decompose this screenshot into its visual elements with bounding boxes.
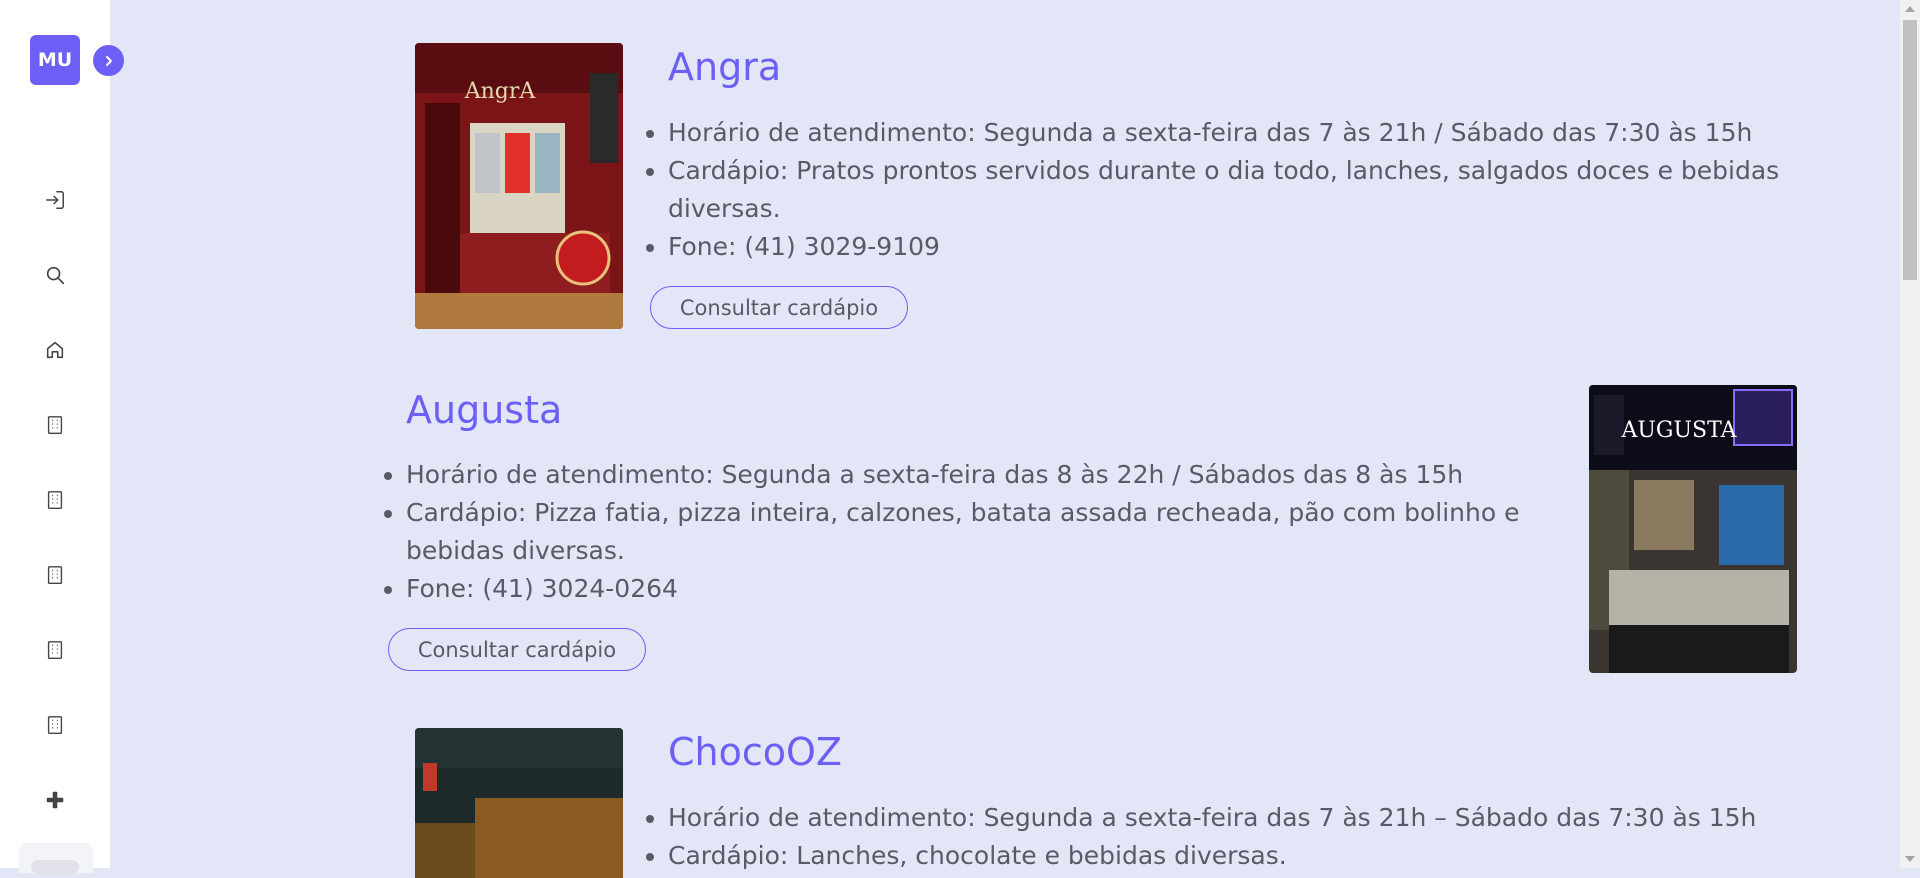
scroll-up-icon[interactable]: [1905, 6, 1915, 12]
restaurant-photo: AUGUSTA: [1589, 385, 1797, 673]
chevron-right-icon: [105, 55, 112, 66]
plus-icon[interactable]: [40, 785, 70, 815]
search-icon[interactable]: [40, 260, 70, 290]
restaurant-hours: Horário de atendimento: Segunda a sexta-…: [646, 114, 1808, 152]
user-avatar[interactable]: MU: [30, 35, 80, 85]
theme-toggle[interactable]: [31, 860, 79, 874]
scroll-down-icon[interactable]: [1905, 856, 1915, 862]
expand-sidebar-button[interactable]: [93, 45, 124, 76]
restaurant-name: Angra: [668, 45, 782, 89]
restaurant-name: ChocoOZ: [668, 730, 842, 774]
view-menu-button[interactable]: Consultar cardápio: [650, 286, 908, 329]
restaurant-menu: Cardápio: Pratos prontos servidos durant…: [646, 152, 1808, 228]
sidebar: MU: [0, 0, 110, 874]
svg-text:AUGUSTA: AUGUSTA: [1621, 418, 1738, 443]
restaurant-menu: Cardápio: Lanches, chocolate e bebidas d…: [646, 837, 1808, 875]
restaurant-phone: Fone: (41) 3029-9109: [646, 228, 1808, 266]
svg-text:AngrA: AngrA: [464, 79, 537, 104]
scrollbar-thumb[interactable]: [1903, 20, 1917, 280]
restaurant-info-list: Horário de atendimento: Segunda a sexta-…: [646, 114, 1808, 266]
restaurant-hours: Horário de atendimento: Segunda a sexta-…: [384, 456, 1546, 494]
restaurant-photo: [415, 728, 623, 878]
restaurant-hours: Horário de atendimento: Segunda a sexta-…: [646, 799, 1808, 837]
login-icon[interactable]: [40, 185, 70, 215]
building-icon[interactable]: [40, 635, 70, 665]
home-icon[interactable]: [40, 335, 70, 365]
restaurant-name: Augusta: [406, 388, 563, 432]
restaurant-phone: Fone: (41) 3024-0264: [384, 570, 1546, 608]
building-icon[interactable]: [40, 410, 70, 440]
building-icon[interactable]: [40, 560, 70, 590]
theme-toggle-panel[interactable]: [19, 843, 93, 874]
view-menu-button[interactable]: Consultar cardápio: [388, 628, 646, 671]
restaurant-photo: AngrA: [415, 43, 623, 329]
building-icon[interactable]: [40, 710, 70, 740]
restaurant-menu: Cardápio: Pizza fatia, pizza inteira, ca…: [384, 494, 1546, 570]
restaurant-info-list: Horário de atendimento: Segunda a sexta-…: [646, 799, 1808, 875]
building-icon[interactable]: [40, 485, 70, 515]
restaurant-info-list: Horário de atendimento: Segunda a sexta-…: [384, 456, 1546, 608]
vertical-scrollbar[interactable]: [1900, 0, 1920, 868]
